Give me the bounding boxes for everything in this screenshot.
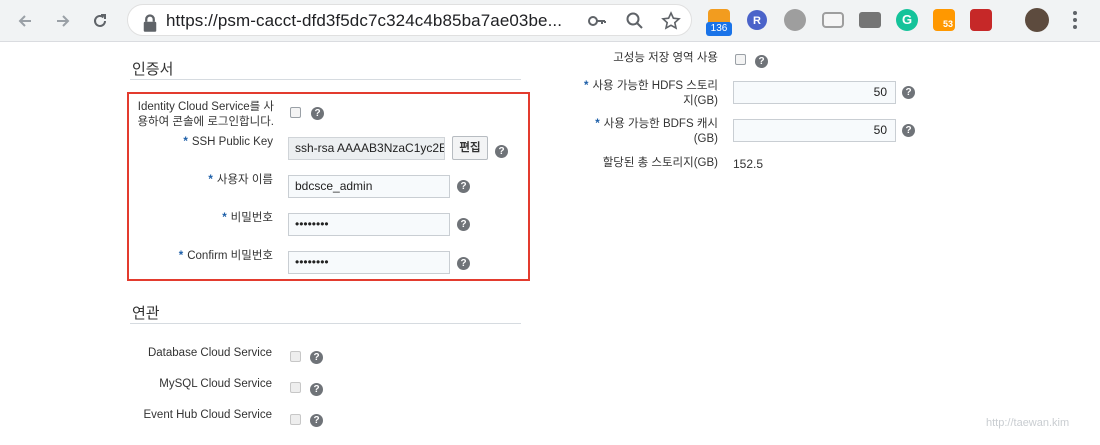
associations-section-divider bbox=[130, 323, 521, 324]
password-field[interactable]: •••••••• bbox=[288, 213, 450, 236]
grammarly-extension-icon[interactable]: G bbox=[896, 9, 918, 31]
edit-ssh-key-button[interactable]: 편집 bbox=[452, 136, 488, 160]
rss-unread-badge: 136 bbox=[706, 22, 732, 36]
ssh-key-label-text: SSH Public Key bbox=[191, 136, 273, 148]
identity-cloud-label: Identity Cloud Service를 사 용하여 콘솔에 로그인합니다… bbox=[132, 100, 274, 130]
help-icon[interactable]: ? bbox=[495, 145, 508, 158]
high-performance-storage-checkbox[interactable] bbox=[735, 54, 746, 65]
association-checkbox-eventhub[interactable] bbox=[290, 414, 301, 425]
username-field[interactable]: bdcsce_admin bbox=[288, 175, 450, 198]
required-mark: * bbox=[222, 212, 227, 224]
counter-extension-label: 53 bbox=[942, 19, 953, 29]
help-icon[interactable]: ? bbox=[902, 86, 915, 99]
reload-icon bbox=[94, 14, 106, 27]
required-mark: * bbox=[178, 250, 184, 262]
camera-extension-icon[interactable] bbox=[859, 12, 881, 28]
help-icon[interactable]: ? bbox=[755, 55, 768, 68]
lock-icon bbox=[143, 14, 157, 32]
association-checkbox-database[interactable] bbox=[290, 351, 301, 362]
confirm-password-label-text: Confirm 비밀번호 bbox=[187, 250, 273, 262]
association-label-mysql: MySQL Cloud Service bbox=[159, 378, 272, 390]
help-icon[interactable]: ? bbox=[457, 180, 470, 193]
ssh-key-label: * SSH Public Key bbox=[150, 135, 273, 150]
hdfs-storage-label: * 사용 가능한 HDFS 스토리 지(GB) bbox=[560, 79, 718, 109]
identity-cloud-checkbox[interactable] bbox=[290, 107, 301, 118]
forward-button[interactable] bbox=[50, 8, 76, 34]
help-icon[interactable]: ? bbox=[457, 218, 470, 231]
confirm-password-field[interactable]: •••••••• bbox=[288, 251, 450, 274]
r-extension-label: R bbox=[753, 15, 761, 27]
identity-cloud-label-line2: 용하여 콘솔에 로그인합니다. bbox=[137, 116, 274, 128]
bdfs-cache-field[interactable]: 50 bbox=[733, 119, 896, 142]
bdfs-cache-label-line1: 사용 가능한 BDFS 캐시 bbox=[603, 118, 718, 130]
arrow-right-icon bbox=[57, 15, 70, 27]
star-icon[interactable] bbox=[661, 11, 681, 31]
required-mark: * bbox=[595, 118, 600, 130]
help-icon[interactable]: ? bbox=[902, 124, 915, 137]
hdfs-storage-label-line2: 지(GB) bbox=[683, 95, 718, 107]
association-label-eventhub: Event Hub Cloud Service bbox=[143, 409, 272, 421]
association-label-database: Database Cloud Service bbox=[147, 347, 272, 359]
reload-button[interactable] bbox=[87, 8, 113, 34]
required-mark: * bbox=[183, 136, 188, 148]
ssh-key-field[interactable]: ssh-rsa AAAAB3NzaC1yc2E bbox=[288, 137, 445, 160]
menu-kebab-icon[interactable] bbox=[1073, 11, 1077, 31]
red-extension-icon[interactable] bbox=[970, 9, 992, 31]
help-icon[interactable]: ? bbox=[311, 107, 324, 120]
association-checkbox-mysql[interactable] bbox=[290, 382, 301, 393]
required-mark: * bbox=[208, 174, 213, 186]
identity-cloud-label-line1: Identity Cloud Service를 사 bbox=[137, 101, 274, 113]
total-storage-value: 152.5 bbox=[733, 157, 764, 171]
password-label: * 비밀번호 bbox=[150, 211, 273, 226]
grammarly-label: G bbox=[901, 12, 913, 27]
arrow-left-icon bbox=[18, 15, 31, 27]
key-icon[interactable] bbox=[587, 11, 607, 31]
username-label-text: 사용자 이름 bbox=[216, 174, 273, 186]
counter-extension-icon[interactable]: 53 bbox=[933, 9, 955, 31]
address-bar[interactable]: https://psm-cacct-dfd3f5dc7c324c4b85ba7a… bbox=[127, 4, 692, 36]
password-label-text: 비밀번호 bbox=[230, 212, 273, 224]
url-text: https://psm-cacct-dfd3f5dc7c324c4b85ba7a… bbox=[166, 11, 563, 30]
help-icon[interactable]: ? bbox=[310, 383, 323, 396]
bdfs-cache-label: * 사용 가능한 BDFS 캐시 (GB) bbox=[560, 117, 718, 147]
back-button[interactable] bbox=[12, 8, 38, 34]
high-performance-storage-label: 고성능 저장 영역 사용 bbox=[613, 52, 718, 64]
required-mark: * bbox=[583, 80, 589, 92]
window-extension-icon[interactable] bbox=[822, 12, 844, 28]
r-extension-icon[interactable]: R bbox=[747, 10, 767, 30]
watermark: http://taewan.kim bbox=[986, 417, 1070, 429]
help-icon[interactable]: ? bbox=[457, 257, 470, 270]
hdfs-storage-field[interactable]: 50 bbox=[733, 81, 896, 104]
zoom-icon[interactable] bbox=[625, 11, 645, 31]
credentials-section-title: 인증서 bbox=[132, 61, 174, 78]
bdfs-cache-label-line2: (GB) bbox=[693, 133, 718, 145]
hdfs-storage-label-line1: 사용 가능한 HDFS 스토리 bbox=[592, 80, 718, 92]
help-icon[interactable]: ? bbox=[310, 351, 323, 364]
username-label: * 사용자 이름 bbox=[150, 173, 273, 188]
associations-section-title: 연관 bbox=[132, 305, 160, 322]
avatar[interactable] bbox=[1025, 8, 1049, 32]
credentials-section-divider bbox=[130, 79, 521, 80]
help-icon[interactable]: ? bbox=[310, 414, 323, 427]
browser-toolbar: https://psm-cacct-dfd3f5dc7c324c4b85ba7a… bbox=[0, 0, 1100, 42]
confirm-password-label: * Confirm 비밀번호 bbox=[150, 249, 273, 264]
gear-extension-icon[interactable] bbox=[784, 9, 806, 31]
total-storage-label: 할당된 총 스토리지(GB) bbox=[602, 157, 718, 169]
